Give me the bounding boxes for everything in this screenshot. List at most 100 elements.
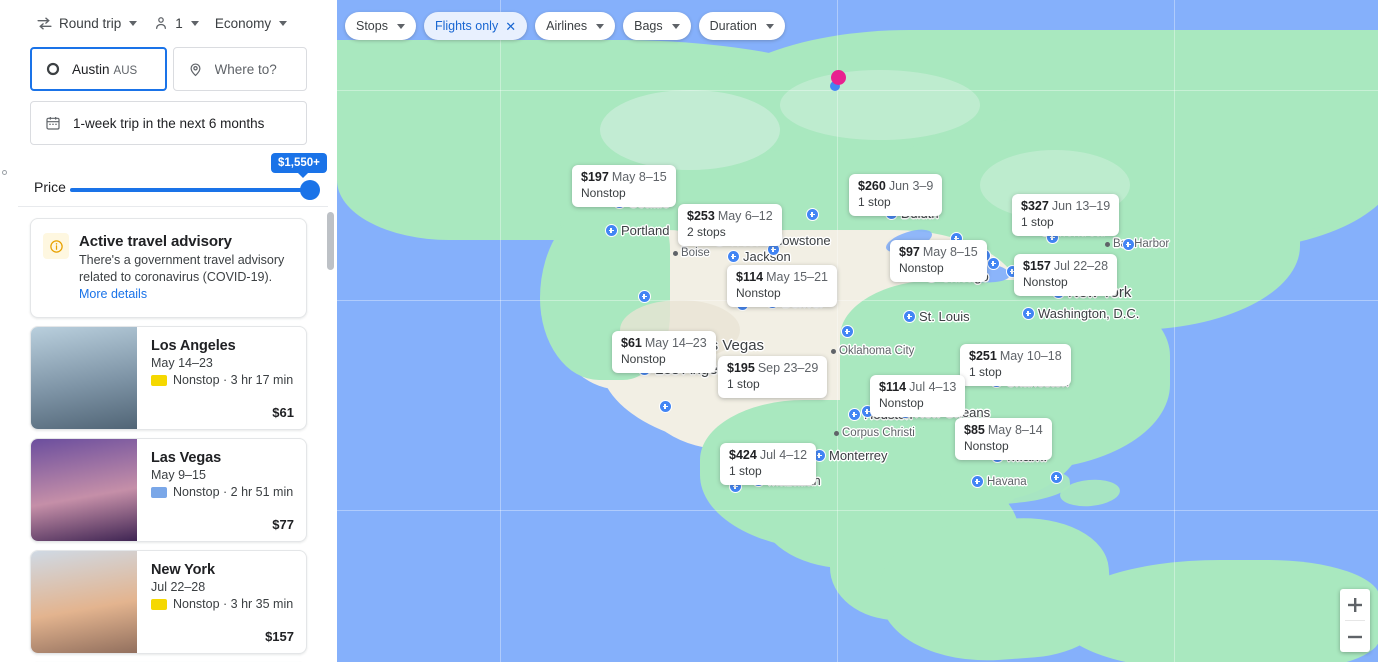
- map-price-marker[interactable]: $114 Jul 4–13 Nonstop: [870, 375, 966, 417]
- map-city-label[interactable]: Oklahoma City: [831, 345, 914, 357]
- airport-pin-icon[interactable]: [841, 325, 854, 338]
- advisory-more-details-link[interactable]: More details: [79, 287, 147, 301]
- price-marker-amount: $61: [621, 336, 642, 350]
- filter-chip-airlines[interactable]: Airlines: [535, 12, 616, 40]
- sidebar-scrollbar-track[interactable]: [327, 212, 334, 660]
- airport-pin-icon[interactable]: [638, 290, 651, 303]
- airport-pin-icon[interactable]: [1022, 307, 1035, 320]
- terrain-shape: [1060, 560, 1378, 662]
- passenger-count: 1: [175, 15, 183, 31]
- price-marker-dates: May 10–18: [999, 349, 1062, 363]
- map-price-marker[interactable]: $195 Sep 23–29 1 stop: [718, 356, 828, 398]
- map-airport-pin[interactable]: [1050, 471, 1063, 484]
- filter-chip-flights-only[interactable]: Flights only ✕: [423, 12, 528, 40]
- filter-chip-label: Stops: [356, 19, 388, 33]
- map-price-marker[interactable]: $424 Jul 4–12 1 stop: [720, 443, 817, 485]
- map-price-marker[interactable]: $197 May 8–15 Nonstop: [572, 165, 676, 207]
- map-city-label[interactable]: Washington, D.C.: [1022, 306, 1139, 321]
- map-airport-pin[interactable]: [806, 208, 819, 221]
- map-city-label[interactable]: Jackson: [727, 249, 791, 264]
- zoom-out-button[interactable]: [1340, 621, 1370, 652]
- filter-chip-stops[interactable]: Stops: [345, 12, 416, 40]
- map-airport-pin[interactable]: [638, 290, 651, 303]
- collapse-handle-icon[interactable]: [2, 170, 7, 175]
- map-price-marker[interactable]: $327 Jun 13–19 1 stop: [1012, 194, 1120, 236]
- price-marker-stops: Nonstop: [964, 438, 1009, 453]
- airport-pin-icon[interactable]: [1050, 471, 1063, 484]
- filter-chip-label: Flights only: [434, 19, 499, 33]
- origin-marker-austin[interactable]: [831, 70, 846, 85]
- map-price-marker[interactable]: $253 May 6–12 2 stops: [678, 204, 782, 246]
- airport-pin-icon[interactable]: [1122, 238, 1135, 251]
- price-marker-amount: $157: [1023, 259, 1051, 273]
- price-marker-dates: Sep 23–29: [757, 361, 819, 375]
- map-airport-pin[interactable]: [841, 325, 854, 338]
- origin-destination-row: Austin AUS Where to?: [30, 47, 307, 91]
- destination-card[interactable]: Las Vegas May 9–15 Nonstop · 2 hr 51 min $7…: [30, 438, 307, 542]
- origin-input[interactable]: Austin AUS: [30, 47, 167, 91]
- map-price-marker[interactable]: $157 Jul 22–28 Nonstop: [1014, 254, 1118, 296]
- terrain-shape: [780, 70, 980, 140]
- search-fields: Austin AUS Where to? 1-week trip in the …: [30, 47, 307, 145]
- city-name: Portland: [621, 223, 670, 238]
- city-name: St. Louis: [919, 309, 970, 324]
- explore-map[interactable]: Stops Flights only ✕ Airlines Bags Duration S…: [337, 0, 1378, 662]
- airport-pin-icon[interactable]: [727, 250, 740, 263]
- destination-input[interactable]: Where to?: [172, 47, 307, 91]
- map-airport-pin[interactable]: [1122, 238, 1135, 251]
- passengers-selector[interactable]: 1: [147, 10, 205, 36]
- map-price-marker[interactable]: $97 May 8–15 Nonstop: [890, 240, 987, 282]
- price-marker-amount: $97: [899, 245, 920, 259]
- airport-pin-icon[interactable]: [971, 475, 984, 488]
- destination-duration: Nonstop · 2 hr 51 min: [173, 485, 294, 499]
- map-city-label[interactable]: Boise: [673, 247, 710, 259]
- map-price-marker[interactable]: $85 May 8–14 Nonstop: [955, 418, 1052, 460]
- trip-type-label: Round trip: [59, 15, 122, 31]
- map-price-marker[interactable]: $61 May 14–23 Nonstop: [612, 331, 716, 373]
- filter-chip-bags[interactable]: Bags: [623, 12, 691, 40]
- chevron-down-icon: [129, 20, 138, 26]
- filter-chip-duration[interactable]: Duration: [698, 12, 785, 40]
- destination-info: Las Vegas May 9–15 Nonstop · 2 hr 51 min $7…: [137, 439, 306, 541]
- zoom-in-button[interactable]: [1340, 589, 1370, 620]
- map-city-label[interactable]: Monterrey: [813, 448, 888, 463]
- map-price-marker[interactable]: $251 May 10–18 1 stop: [960, 344, 1071, 386]
- cabin-class-label: Economy: [214, 15, 272, 31]
- destination-card[interactable]: Los Angeles May 14–23 Nonstop · 3 hr 17 mi…: [30, 326, 307, 430]
- sidebar-scrollbar-thumb[interactable]: [327, 212, 334, 270]
- map-city-label[interactable]: Portland: [605, 223, 669, 238]
- map-price-marker[interactable]: $114 May 15–21 Nonstop: [727, 265, 837, 307]
- map-airport-pin[interactable]: [659, 400, 672, 413]
- airport-pin-icon[interactable]: [659, 400, 672, 413]
- map-city-label[interactable]: Corpus Christi: [834, 427, 915, 439]
- close-icon[interactable]: ✕: [505, 20, 516, 33]
- swap-horizontal-icon: [36, 15, 53, 32]
- price-slider-knob[interactable]: [300, 180, 320, 200]
- destination-dates: May 14–23: [151, 356, 213, 370]
- results-list[interactable]: Active travel advisory There's a governm…: [0, 210, 337, 662]
- destination-card[interactable]: New York Jul 22–28 Nonstop · 3 hr 35 min $1…: [30, 550, 307, 654]
- price-slider-track[interactable]: [70, 188, 310, 192]
- destination-price: $157: [265, 629, 294, 644]
- map-city-label[interactable]: Bar Harbor: [1105, 238, 1169, 250]
- sidebar-divider: [18, 206, 328, 207]
- price-marker-dates: Jul 4–13: [909, 380, 957, 394]
- map-price-marker[interactable]: $260 Jun 3–9 1 stop: [849, 174, 943, 216]
- destination-duration: Nonstop · 3 hr 17 min: [173, 373, 294, 387]
- price-marker-stops: 1 stop: [1021, 214, 1054, 229]
- price-filter-slider[interactable]: Price $1,550+: [30, 153, 327, 206]
- trip-type-selector[interactable]: Round trip: [30, 10, 143, 37]
- map-city-label[interactable]: St. Louis: [903, 309, 970, 324]
- map-gridline: [1174, 0, 1175, 662]
- airport-pin-icon[interactable]: [806, 208, 819, 221]
- dates-input[interactable]: 1-week trip in the next 6 months: [30, 101, 307, 145]
- plus-icon: [1348, 597, 1362, 612]
- airport-pin-icon[interactable]: [848, 408, 861, 421]
- map-city-label[interactable]: Havana: [971, 475, 1027, 488]
- price-marker-stops: Nonstop: [879, 395, 924, 410]
- airport-pin-icon[interactable]: [605, 224, 618, 237]
- airport-pin-icon[interactable]: [903, 310, 916, 323]
- origin-city: Austin: [72, 61, 110, 77]
- cabin-class-selector[interactable]: Economy: [209, 11, 293, 36]
- airline-logo-icon: [151, 598, 167, 610]
